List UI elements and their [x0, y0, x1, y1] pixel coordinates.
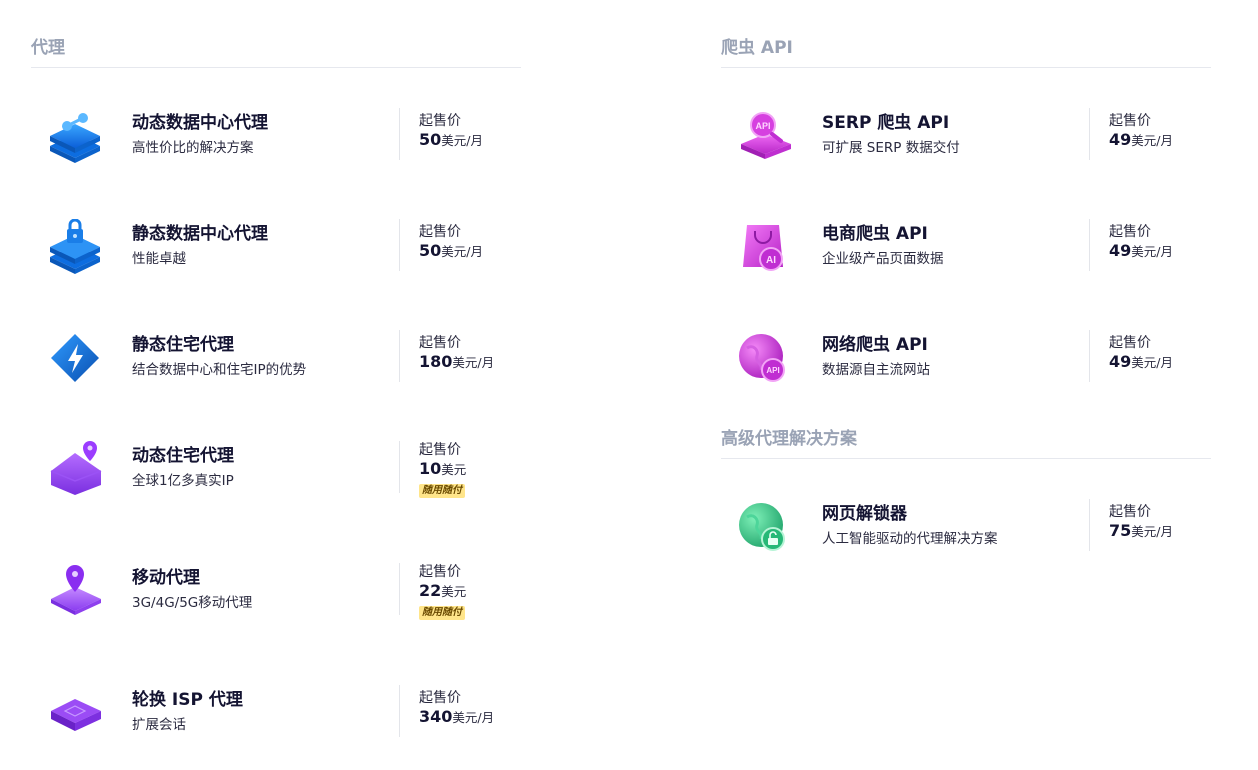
price-label: 起售价	[419, 564, 461, 580]
product-rotating-isp[interactable]: 轮换 ISP 代理 扩展会话 起售价 340美元/月	[45, 685, 525, 745]
price-unit: 美元	[441, 584, 467, 599]
product-name: 轮换 ISP 代理	[132, 690, 243, 710]
product-name: 网页解锁器	[822, 504, 907, 524]
datacenter-stack-icon	[50, 113, 100, 163]
price-amount: 49	[1109, 352, 1132, 371]
ai-icon-text: AI	[766, 255, 776, 266]
price-unit: 美元/月	[452, 355, 495, 370]
product-dynamic-residential[interactable]: 动态住宅代理 全球1亿多真实IP 起售价 10美元 随用随付	[45, 441, 525, 501]
price-label: 起售价	[1109, 504, 1151, 520]
price-block: 起售价 50美元/月	[419, 223, 483, 260]
price-unit: 美元/月	[452, 710, 495, 725]
lock-stack-icon	[50, 219, 100, 274]
price-label: 起售价	[419, 690, 461, 706]
house-pin-icon	[50, 441, 102, 495]
price-amount: 10	[419, 459, 442, 478]
product-name: 网络爬虫 API	[822, 335, 928, 355]
product-description: 人工智能驱动的代理解决方案	[822, 531, 998, 547]
price-block: 起售价 180美元/月	[419, 334, 494, 371]
section-divider	[31, 67, 521, 68]
price-label: 起售价	[1109, 224, 1151, 240]
api-search-icon: API	[741, 112, 791, 159]
product-description: 结合数据中心和住宅IP的优势	[132, 362, 307, 378]
price-label: 起售价	[419, 335, 461, 351]
product-name: 动态数据中心代理	[132, 113, 268, 133]
price-block: 起售价 10美元 随用随付	[419, 441, 466, 498]
globe-unlock-icon	[739, 503, 785, 551]
price-block: 起售价 50美元/月	[419, 112, 483, 149]
price-amount: 50	[419, 130, 442, 149]
product-serp-scraper[interactable]: API SERP 爬虫 API 可扩展 SERP 数据交付 起售价 49美元/月	[735, 108, 1215, 168]
price-amount: 49	[1109, 130, 1132, 149]
price-amount: 49	[1109, 241, 1132, 260]
price-block: 起售价 75美元/月	[1109, 503, 1173, 540]
section-title-scraper: 爬虫 API	[721, 38, 793, 58]
pay-as-you-go-badge: 随用随付	[419, 606, 465, 620]
product-static-datacenter[interactable]: 静态数据中心代理 性能卓越 起售价 50美元/月	[45, 219, 525, 279]
price-amount: 180	[419, 352, 453, 371]
product-ecommerce-scraper[interactable]: AI 电商爬虫 API 企业级产品页面数据 起售价 49美元/月	[735, 219, 1215, 279]
price-label: 起售价	[1109, 113, 1151, 129]
product-description: 性能卓越	[132, 251, 186, 267]
price-unit: 美元/月	[1131, 244, 1173, 259]
price-unit: 美元/月	[441, 244, 483, 259]
mobile-pin-icon	[51, 565, 101, 615]
price-block: 起售价 49美元/月	[1109, 112, 1173, 149]
product-dynamic-datacenter[interactable]: 动态数据中心代理 高性价比的解决方案 起售价 50美元/月	[45, 108, 525, 168]
section-title-advanced: 高级代理解决方案	[721, 429, 857, 449]
product-name: SERP 爬虫 API	[822, 113, 950, 133]
price-block: 起售价 340美元/月	[419, 689, 494, 726]
price-block: 起售价 49美元/月	[1109, 223, 1173, 260]
product-web-scraper[interactable]: API 网络爬虫 API 数据源自主流网站 起售价 49美元/月	[735, 330, 1215, 390]
price-unit: 美元/月	[1131, 524, 1173, 539]
shopping-bag-ai-icon: AI	[743, 225, 783, 271]
price-amount: 75	[1109, 521, 1132, 540]
product-description: 可扩展 SERP 数据交付	[822, 140, 960, 156]
product-name: 移动代理	[132, 568, 200, 588]
product-description: 3G/4G/5G移动代理	[132, 595, 253, 611]
product-name: 电商爬虫 API	[822, 224, 928, 244]
product-name: 静态数据中心代理	[132, 224, 268, 244]
product-description: 全球1亿多真实IP	[132, 473, 234, 489]
price-label: 起售价	[1109, 335, 1151, 351]
product-description: 企业级产品页面数据	[822, 251, 944, 267]
price-label: 起售价	[419, 442, 461, 458]
product-static-residential[interactable]: 静态住宅代理 结合数据中心和住宅IP的优势 起售价 180美元/月	[45, 330, 525, 390]
api-icon-text: API	[766, 366, 779, 375]
section-divider	[721, 67, 1211, 68]
price-label: 起售价	[419, 113, 461, 129]
product-description: 高性价比的解决方案	[132, 140, 254, 156]
product-mobile[interactable]: 移动代理 3G/4G/5G移动代理 起售价 22美元 随用随付	[45, 563, 525, 623]
lightning-diamond-icon	[51, 334, 99, 382]
product-description: 数据源自主流网站	[822, 362, 930, 378]
price-block: 起售价 22美元 随用随付	[419, 563, 466, 620]
price-label: 起售价	[419, 224, 461, 240]
globe-api-icon: API	[739, 334, 785, 382]
price-unit: 美元/月	[441, 133, 483, 148]
price-unit: 美元	[441, 462, 467, 477]
price-unit: 美元/月	[1131, 133, 1173, 148]
price-amount: 22	[419, 581, 442, 600]
product-name: 动态住宅代理	[132, 446, 234, 466]
price-amount: 340	[419, 707, 453, 726]
pay-as-you-go-badge: 随用随付	[419, 484, 465, 498]
product-name: 静态住宅代理	[132, 335, 234, 355]
isp-chip-icon	[51, 699, 101, 731]
section-divider	[721, 458, 1211, 459]
api-icon-text: API	[755, 121, 770, 131]
price-amount: 50	[419, 241, 442, 260]
price-block: 起售价 49美元/月	[1109, 334, 1173, 371]
price-unit: 美元/月	[1131, 355, 1173, 370]
section-title-proxy: 代理	[31, 38, 65, 58]
product-web-unlocker[interactable]: 网页解锁器 人工智能驱动的代理解决方案 起售价 75美元/月	[735, 499, 1215, 559]
product-description: 扩展会话	[132, 717, 186, 733]
